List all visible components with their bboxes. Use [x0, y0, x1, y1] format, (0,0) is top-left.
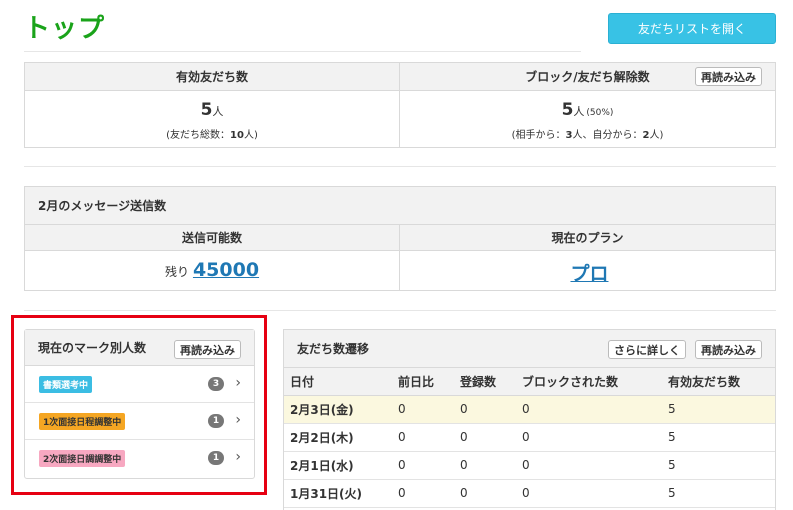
table-row: 2月2日(木) 0 0 0 5 [284, 423, 775, 452]
blocked-friends-header: ブロック/友だち解除数 再読み込み [400, 63, 775, 91]
plan-heading: 現在のプラン [400, 225, 775, 251]
section-divider [24, 310, 776, 311]
blocked-friends-percent: (50%) [586, 108, 614, 118]
marks-reload-button[interactable]: 再読み込み [174, 340, 241, 359]
blocked-breakdown-note: (相手から：3人、自分から：2人) [400, 126, 775, 141]
mark-count-badge: 3 [208, 377, 224, 391]
friends-trend-panel: 友だち数遷移 さらに詳しく 再読み込み 日付 前日比 登録数 ブロックされた数 … [283, 329, 776, 510]
table-row: 2月1日(水) 0 0 0 5 [284, 451, 775, 480]
mark-tag: 書類選考中 [39, 375, 93, 393]
cell-diff: 0 [392, 395, 454, 424]
mark-row[interactable]: 2次面接日調調整中 1 › [25, 440, 254, 477]
marks-title: 現在のマーク別人数 [38, 341, 147, 355]
cell-diff: 0 [392, 451, 454, 480]
cell-registered: 0 [454, 451, 516, 480]
active-friends-cell: 有効友だち数 5人 (友だち総数：10人) [25, 63, 400, 147]
blocked-reload-button[interactable]: 再読み込み [695, 67, 762, 86]
cell-active: 5 [662, 479, 775, 508]
cell-blocked: 0 [516, 423, 662, 452]
cell-registered: 0 [454, 395, 516, 424]
cell-active: 5 [662, 423, 775, 452]
message-count-panel: 2月のメッセージ送信数 送信可能数 残り 45000 現在のプラン プロ [24, 186, 776, 291]
mark-tag: 1次面接日程調整中 [39, 412, 126, 430]
section-divider [24, 166, 776, 167]
cell-diff: 0 [392, 423, 454, 452]
plan-link[interactable]: プロ [570, 263, 608, 285]
cell-registered: 0 [454, 479, 516, 508]
mark-tag: 2次面接日調調整中 [39, 450, 126, 467]
cell-blocked: 0 [516, 395, 662, 424]
cell-date: 2月1日(水) [284, 451, 392, 480]
blocked-by-self-prefix: 人、自分から： [572, 130, 643, 141]
total-friends-value: 10 [230, 130, 244, 141]
open-friends-list-button[interactable]: 友だちリストを開く [608, 13, 776, 44]
friends-stats-table: 有効友だち数 5人 (友だち総数：10人) ブロック/友だち解除数 再読み込み … [24, 62, 776, 148]
chevron-right-icon: › [235, 412, 241, 428]
blocked-friends-heading: ブロック/友だち解除数 [525, 70, 650, 84]
cell-blocked: 0 [516, 451, 662, 480]
sendable-cell: 送信可能数 残り 45000 [25, 225, 400, 290]
sendable-value-row: 残り 45000 [25, 259, 399, 281]
trend-table: 日付 前日比 登録数 ブロックされた数 有効友だち数 2月3日(金) 0 0 0… [284, 368, 775, 508]
chevron-right-icon: › [235, 375, 241, 391]
message-count-title: 2月のメッセージ送信数 [25, 187, 775, 225]
blocked-by-them-value: 3 [565, 130, 573, 141]
cell-registered: 0 [454, 423, 516, 452]
chevron-right-icon: › [235, 449, 241, 465]
column-header-diff: 前日比 [392, 368, 454, 396]
plan-value-row: プロ [400, 259, 775, 286]
page-title: トップ [24, 14, 106, 44]
cell-date: 2月2日(木) [284, 423, 392, 452]
mark-row[interactable]: 1次面接日程調整中 1 › [25, 403, 254, 440]
cell-active: 5 [662, 451, 775, 480]
plan-cell: 現在のプラン プロ [400, 225, 775, 290]
column-header-registered: 登録数 [454, 368, 516, 396]
cell-date: 1月31日(火) [284, 479, 392, 508]
mark-count-badge: 1 [208, 414, 224, 428]
blocked-breakdown-suffix: 人) [649, 130, 664, 141]
blocked-friends-unit: 人 [573, 105, 585, 118]
title-divider [24, 51, 581, 52]
column-header-date: 日付 [284, 368, 392, 396]
cell-active: 5 [662, 395, 775, 424]
mark-row[interactable]: 書類選考中 3 › [25, 366, 254, 403]
mark-count-badge: 1 [208, 451, 224, 465]
blocked-friends-value: 5 [561, 100, 574, 120]
table-row: 1月31日(火) 0 0 0 5 [284, 479, 775, 508]
trend-title: 友だち数遷移 [297, 342, 370, 356]
blocked-friends-count: 5人 (50%) [400, 100, 775, 120]
active-friends-value: 5 [200, 100, 213, 120]
cell-date: 2月3日(金) [284, 395, 392, 424]
trend-panel-header: 友だち数遷移 さらに詳しく 再読み込み [284, 330, 775, 368]
trend-more-button[interactable]: さらに詳しく [608, 340, 686, 359]
blocked-by-them-prefix: (相手から： [511, 130, 566, 141]
cell-blocked: 0 [516, 479, 662, 508]
active-friends-heading: 有効友だち数 [25, 63, 399, 91]
remaining-count-link[interactable]: 45000 [193, 259, 259, 281]
active-friends-unit: 人 [212, 105, 224, 118]
remaining-label: 残り [164, 265, 189, 279]
total-friends-suffix: 人) [243, 130, 258, 141]
cell-diff: 0 [392, 479, 454, 508]
total-friends-prefix: (友だち総数： [166, 130, 231, 141]
column-header-blocked: ブロックされた数 [516, 368, 662, 396]
total-friends-note: (友だち総数：10人) [25, 126, 399, 141]
trend-reload-button[interactable]: 再読み込み [695, 340, 762, 359]
sendable-heading: 送信可能数 [25, 225, 399, 251]
trend-header-row: 日付 前日比 登録数 ブロックされた数 有効友だち数 [284, 368, 775, 396]
column-header-active: 有効友だち数 [662, 368, 775, 396]
active-friends-count: 5人 [25, 100, 399, 120]
table-row: 2月3日(金) 0 0 0 5 [284, 395, 775, 424]
marks-panel-header: 現在のマーク別人数 再読み込み [25, 330, 254, 366]
marks-panel: 現在のマーク別人数 再読み込み 書類選考中 3 › 1次面接日程調整中 1 › … [24, 329, 255, 479]
blocked-friends-cell: ブロック/友だち解除数 再読み込み 5人 (50%) (相手から：3人、自分から：… [400, 63, 775, 147]
